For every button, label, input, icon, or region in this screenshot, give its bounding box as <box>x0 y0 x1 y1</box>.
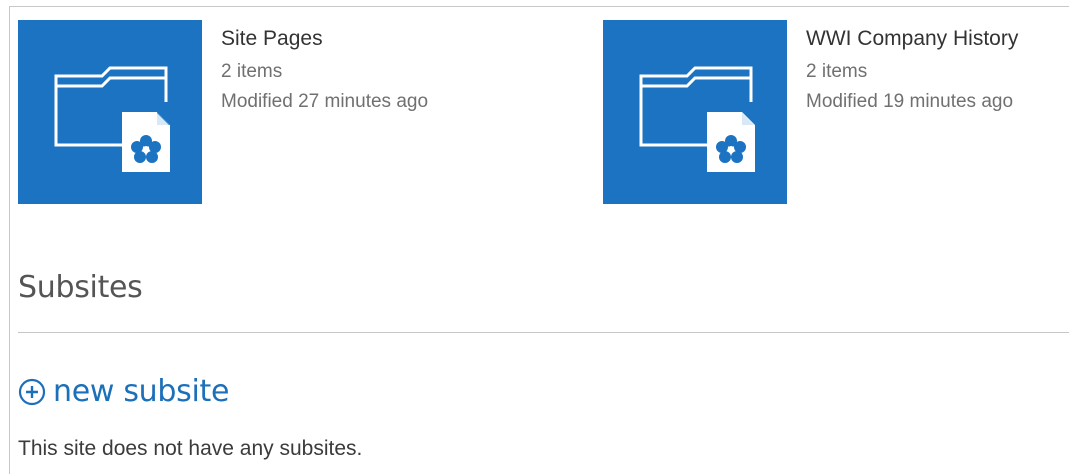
tile-info: WWI Company History 2 items Modified 19 … <box>806 26 1018 204</box>
library-tile-wwi-company-history[interactable]: WWI Company History 2 items Modified 19 … <box>603 20 1018 204</box>
tile-title[interactable]: WWI Company History <box>806 26 1018 52</box>
tile-modified: Modified 27 minutes ago <box>221 91 429 112</box>
subsites-heading: Subsites <box>18 270 143 305</box>
plus-circle-icon[interactable] <box>18 378 46 406</box>
tile-item-count: 2 items <box>806 61 868 82</box>
library-tile-site-pages[interactable]: Site Pages 2 items Modified 27 minutes a… <box>18 20 428 204</box>
folder-with-page-icon[interactable] <box>18 20 202 204</box>
tile-item-count: 2 items <box>221 61 283 82</box>
tile-modified: Modified 19 minutes ago <box>806 91 1014 112</box>
folder-with-page-icon[interactable] <box>603 20 787 204</box>
tile-info: Site Pages 2 items Modified 27 minutes a… <box>221 26 428 204</box>
section-divider <box>18 332 1069 333</box>
no-subsites-message: This site does not have any subsites. <box>18 437 363 460</box>
new-subsite-link[interactable]: new subsite <box>18 374 229 409</box>
tile-title[interactable]: Site Pages <box>221 26 428 52</box>
new-subsite-label[interactable]: new subsite <box>53 374 229 409</box>
